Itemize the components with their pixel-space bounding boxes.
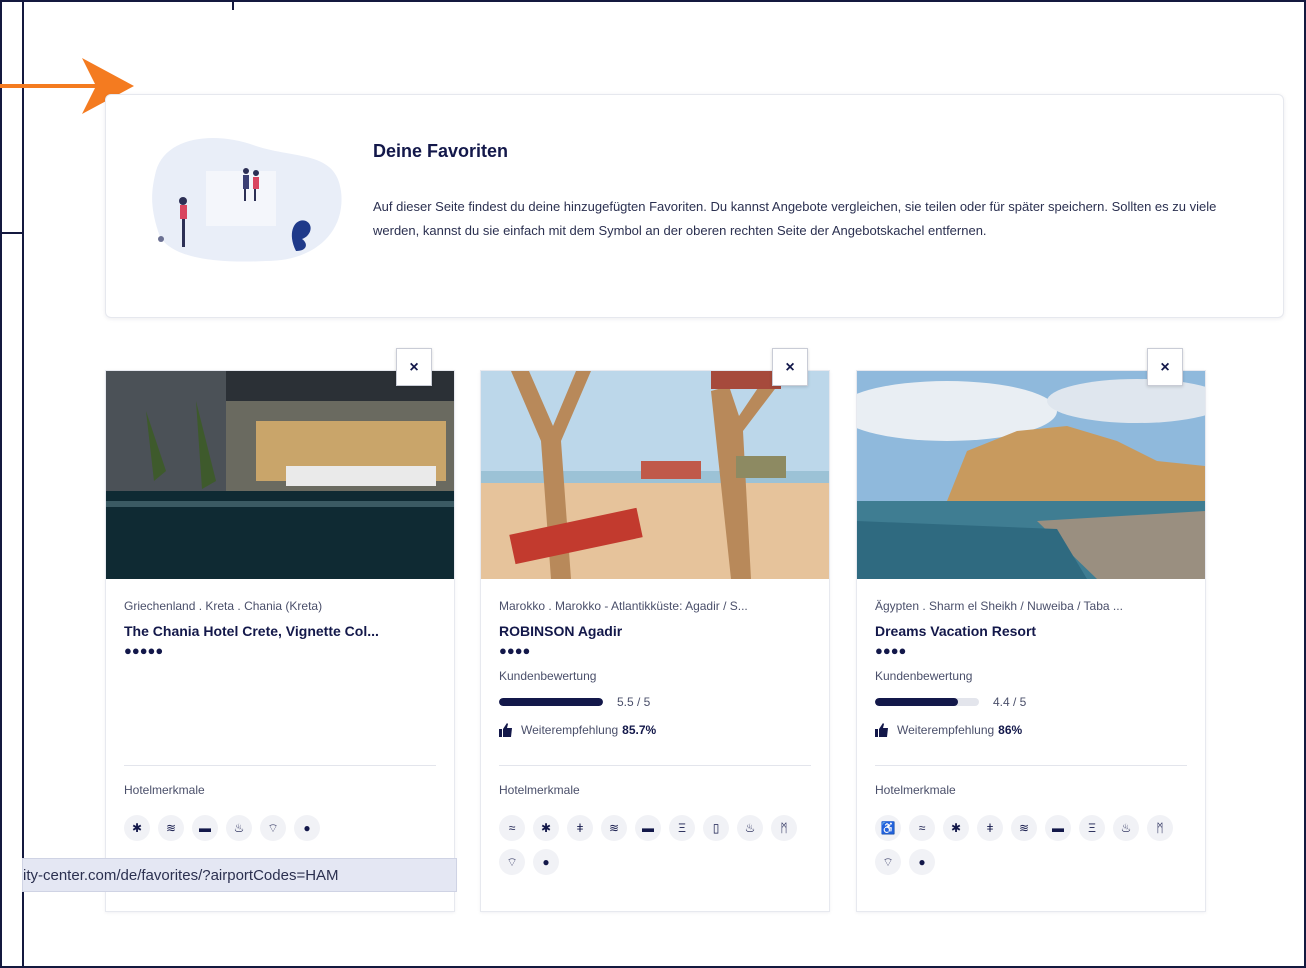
rating-row: 4.4 / 5 xyxy=(875,695,1026,709)
spa-icon: ♨ xyxy=(1113,815,1139,841)
hotel-stars: ●●●●● xyxy=(124,643,164,658)
spa-icon: ♨ xyxy=(737,815,763,841)
beach-icon: ≋ xyxy=(601,815,627,841)
frame-notch xyxy=(0,0,234,10)
sport-icon: Ξ xyxy=(669,815,695,841)
features-list: ✱ ≋ ▬ ♨ ⌔ ● xyxy=(124,815,444,849)
favorites-title: Deine Favoriten xyxy=(373,141,509,161)
parking-icon: ● xyxy=(533,849,559,875)
wifi-icon: ⌔ xyxy=(875,849,901,875)
palm-icon: ✱ xyxy=(124,815,150,841)
beach-icon: ≋ xyxy=(1011,815,1037,841)
remove-favorite-button[interactable]: × xyxy=(772,348,808,386)
hotel-name[interactable]: ROBINSON Agadir xyxy=(499,623,622,639)
parking-icon: ● xyxy=(294,815,320,841)
thumbs-up-icon xyxy=(875,723,888,737)
status-bar-url: ity-center.com/de/favorites/?airportCode… xyxy=(22,858,457,892)
rating-bar xyxy=(499,698,603,706)
features-list: ≈ ✱ ǂ ≋ ▬ Ξ ▯ ♨ ᛗ ⌔ ● xyxy=(499,815,819,883)
features-label: Hotelmerkmale xyxy=(875,783,956,797)
rating-bar-fill xyxy=(875,698,959,706)
recommendation-label: Weiterempfehlung xyxy=(897,723,995,737)
recommendation-value: 86% xyxy=(998,723,1023,737)
hotel-name[interactable]: Dreams Vacation Resort xyxy=(875,623,1036,639)
spa-icon: ♨ xyxy=(226,815,252,841)
features-list: ♿ ≈ ✱ ǂ ≋ ▬ Ξ ♨ ᛗ ⌔ ● xyxy=(875,815,1195,883)
rating-label: Kundenbewertung xyxy=(499,669,597,683)
hotel-stars: ●●●● xyxy=(875,643,907,658)
favorites-description: Auf dieser Seite findest du deine hinzug… xyxy=(373,199,1217,238)
swim-icon: ≈ xyxy=(909,815,935,841)
thumbs-up-icon xyxy=(499,723,512,737)
fitness-icon: ▯ xyxy=(703,815,729,841)
swim-icon: ≈ xyxy=(499,815,525,841)
restaurant-icon: ǂ xyxy=(567,815,593,841)
hotel-image-beach-signs[interactable] xyxy=(481,371,829,579)
restaurant-icon: ǂ xyxy=(977,815,1003,841)
frame-notch-left xyxy=(0,232,22,234)
pool-icon: ▬ xyxy=(192,815,218,841)
hotel-card-2[interactable]: Marokko . Marokko - Atlantikküste: Agadi… xyxy=(480,370,830,912)
hotel-card-1[interactable]: Griechenland . Kreta . Chania (Kreta) Th… xyxy=(105,370,455,912)
wifi-icon: ⌔ xyxy=(260,815,286,841)
recommendation-row: Weiterempfehlung 85.7% xyxy=(499,723,656,737)
remove-favorite-button[interactable]: × xyxy=(1147,348,1183,386)
family-icon: ᛗ xyxy=(1147,815,1173,841)
card-divider xyxy=(499,765,811,766)
rating-value: 4.4 / 5 xyxy=(993,695,1027,709)
parking-icon: ● xyxy=(909,849,935,875)
accessible-icon: ♿ xyxy=(875,815,901,841)
hotel-location: Griechenland . Kreta . Chania (Kreta) xyxy=(124,599,323,613)
sport-icon: Ξ xyxy=(1079,815,1105,841)
palm-icon: ✱ xyxy=(943,815,969,841)
frame-left-line xyxy=(22,0,24,968)
rating-bar-fill xyxy=(499,698,603,706)
wifi-icon: ⌔ xyxy=(499,849,525,875)
favorites-info-card: Deine Favoriten Auf dieser Seite findest… xyxy=(105,94,1284,318)
rating-label: Kundenbewertung xyxy=(875,669,973,683)
hotel-location: Ägypten . Sharm el Sheikh / Nuweiba / Ta… xyxy=(875,599,1123,613)
card-divider xyxy=(124,765,436,766)
rating-bar xyxy=(875,698,979,706)
features-label: Hotelmerkmale xyxy=(499,783,580,797)
features-label: Hotelmerkmale xyxy=(124,783,205,797)
rating-row: 5.5 / 5 xyxy=(499,695,650,709)
pool-icon: ▬ xyxy=(635,815,661,841)
rating-value: 5.5 / 5 xyxy=(617,695,651,709)
hotel-name[interactable]: The Chania Hotel Crete, Vignette Col... xyxy=(124,623,379,639)
hotel-card-3[interactable]: Ägypten . Sharm el Sheikh / Nuweiba / Ta… xyxy=(856,370,1206,912)
palm-icon: ✱ xyxy=(533,815,559,841)
card-divider xyxy=(875,765,1187,766)
remove-favorite-button[interactable]: × xyxy=(396,348,432,386)
favorites-illustration-icon xyxy=(152,138,342,262)
pool-icon: ▬ xyxy=(1045,815,1071,841)
hotel-location: Marokko . Marokko - Atlantikküste: Agadi… xyxy=(499,599,748,613)
hotel-image-pool-night[interactable] xyxy=(106,371,454,579)
hotel-image-coast-cliffs[interactable] xyxy=(857,371,1205,579)
hotel-stars: ●●●● xyxy=(499,643,531,658)
recommendation-label: Weiterempfehlung xyxy=(521,723,619,737)
recommendation-row: Weiterempfehlung 86% xyxy=(875,723,1022,737)
recommendation-value: 85.7% xyxy=(622,723,657,737)
family-icon: ᛗ xyxy=(771,815,797,841)
beach-icon: ≋ xyxy=(158,815,184,841)
